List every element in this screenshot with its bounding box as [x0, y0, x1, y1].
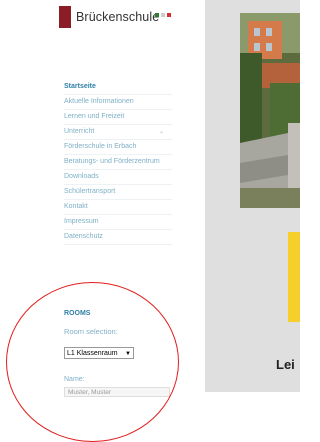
- name-input[interactable]: Muster, Muster: [64, 387, 170, 397]
- main-navigation: Startseite Aktuelle Informationen Lernen…: [64, 80, 172, 245]
- flag-icon: [155, 13, 171, 17]
- site-logo[interactable]: Brückenschule: [59, 6, 159, 28]
- logo-mark: [59, 6, 71, 28]
- room-select[interactable]: L1 Klassenraum ▼: [64, 347, 134, 359]
- nav-item-lernen-und-freizeit[interactable]: Lernen und Freizeit: [64, 110, 172, 125]
- nav-item-unterricht[interactable]: Unterricht ⌄: [64, 125, 172, 140]
- nav-item-startseite[interactable]: Startseite: [64, 80, 172, 95]
- notice-box: [288, 232, 300, 322]
- nav-item-label: Unterricht: [64, 128, 95, 135]
- room-select-value: L1 Klassenraum: [67, 350, 118, 357]
- nav-item-aktuelle-informationen[interactable]: Aktuelle Informationen: [64, 95, 172, 110]
- nav-item-kontakt[interactable]: Kontakt: [64, 200, 172, 215]
- nav-item-datenschutz[interactable]: Datenschutz: [64, 230, 172, 245]
- room-selection-label: Room selection:: [64, 327, 118, 336]
- section-heading: Lei: [276, 357, 295, 372]
- hero-image: [240, 13, 300, 208]
- nav-item-foerderschule[interactable]: Förderschule in Erbach: [64, 140, 172, 155]
- name-label: Name:: [64, 376, 85, 383]
- hero-photo: [240, 13, 300, 208]
- nav-item-schuelertransport[interactable]: Schülertransport: [64, 185, 172, 200]
- chevron-down-icon: ▼: [125, 351, 131, 357]
- nav-item-beratungs-und-foerderzentrum[interactable]: Beratungs- und Förderzentrum: [64, 155, 172, 170]
- logo-text: Brückenschule: [76, 10, 160, 24]
- sidebar: Brückenschule Startseite Aktuelle Inform…: [0, 0, 195, 430]
- nav-item-impressum[interactable]: Impressum: [64, 215, 172, 230]
- rooms-title: ROOMS: [64, 310, 91, 317]
- chevron-down-icon[interactable]: ⌄: [159, 128, 164, 136]
- nav-item-downloads[interactable]: Downloads: [64, 170, 172, 185]
